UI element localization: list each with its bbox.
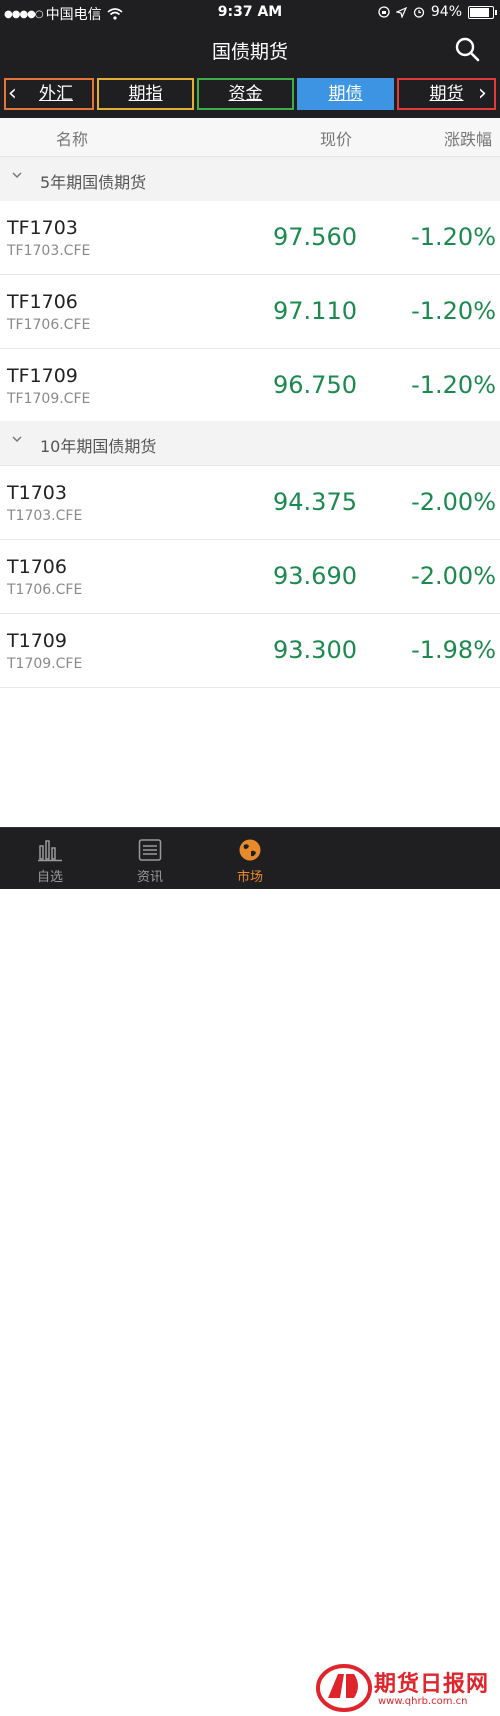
current-price: 97.560	[273, 223, 357, 251]
chart-bars-icon	[38, 840, 62, 862]
current-price: 96.750	[273, 371, 357, 399]
contract-name: T1706	[7, 556, 67, 578]
rotation-lock-icon	[378, 6, 390, 18]
category-tabs: ‹ 外汇 期指 资金 期债 期货 ›	[0, 74, 500, 118]
contract-name: TF1709	[7, 365, 78, 387]
table-row[interactable]: T1709 T1709.CFE 93.300 -1.98%	[0, 614, 500, 688]
nav-bar: 国债期货	[0, 26, 500, 74]
battery-percent: 94%	[430, 4, 462, 20]
tab-forex[interactable]: 外汇	[4, 78, 94, 110]
search-icon[interactable]	[454, 36, 480, 62]
tabbar-label: 资讯	[136, 870, 163, 885]
current-price: 94.375	[273, 488, 357, 516]
tabbar-news[interactable]: 资讯	[100, 828, 200, 889]
watermark-logo: 期货日报网 www.qhrb.com.cn	[316, 1660, 500, 1716]
watermark-url: www.qhrb.com.cn	[378, 1696, 468, 1707]
tabbar-label: 自选	[36, 870, 63, 885]
chevron-down-icon	[12, 172, 22, 179]
price-change: -1.20%	[411, 371, 496, 399]
chevron-right-icon[interactable]: ›	[478, 80, 487, 108]
contract-name: T1703	[7, 482, 67, 504]
status-bar: ●●●●○ 中国电信 9:37 AM 94%	[0, 0, 500, 26]
column-price[interactable]: 现价	[320, 126, 352, 150]
price-change: -1.20%	[411, 223, 496, 251]
price-change: -1.98%	[411, 636, 496, 664]
table-row[interactable]: T1706 T1706.CFE 93.690 -2.00%	[0, 540, 500, 614]
tabbar-watchlist[interactable]: 自选	[0, 828, 100, 889]
contract-name: TF1703	[7, 217, 78, 239]
newspaper-logo-icon	[316, 1664, 372, 1712]
tab-index-futures[interactable]: 期指	[97, 78, 194, 110]
alarm-icon	[413, 7, 425, 18]
group-header-5y[interactable]: 5年期国债期货	[0, 157, 500, 202]
news-list-icon	[138, 839, 162, 861]
group-title: 5年期国债期货	[40, 173, 147, 192]
current-price: 93.690	[273, 562, 357, 590]
column-name[interactable]: 名称	[56, 126, 88, 150]
bottom-tab-bar: 自选 资讯 市场 期货日报网 www.qhrb.com.cn	[0, 827, 500, 1712]
page-title: 国债期货	[211, 41, 288, 63]
current-price: 97.110	[273, 297, 357, 325]
table-row[interactable]: TF1709 TF1709.CFE 96.750 -1.20%	[0, 349, 500, 423]
current-price: 93.300	[273, 636, 357, 664]
location-arrow-icon	[395, 6, 407, 18]
contract-code: TF1706.CFE	[7, 317, 91, 333]
tab-funds[interactable]: 资金	[197, 78, 294, 110]
tabbar-market[interactable]: 市场	[200, 828, 300, 889]
contract-name: TF1706	[7, 291, 78, 313]
column-header: 名称 现价 涨跌幅	[0, 118, 500, 157]
contract-code: TF1703.CFE	[7, 243, 91, 259]
contract-name: T1709	[7, 630, 67, 652]
table-row[interactable]: T1703 T1703.CFE 94.375 -2.00%	[0, 466, 500, 540]
group-title: 10年期国债期货	[40, 437, 157, 456]
contract-code: TF1709.CFE	[7, 391, 91, 407]
column-change[interactable]: 涨跌幅	[444, 126, 492, 150]
contract-code: T1706.CFE	[7, 582, 83, 598]
watermark-text: 期货日报网	[374, 1672, 490, 1697]
table-row[interactable]: TF1703 TF1703.CFE 97.560 -1.20%	[0, 201, 500, 275]
contract-code: T1703.CFE	[7, 508, 83, 524]
price-change: -1.20%	[411, 297, 496, 325]
battery-icon	[468, 5, 497, 19]
globe-icon	[239, 839, 261, 861]
contract-code: T1709.CFE	[7, 656, 83, 672]
price-change: -2.00%	[411, 488, 496, 516]
chevron-down-icon	[12, 436, 22, 443]
table-row[interactable]: TF1706 TF1706.CFE 97.110 -1.20%	[0, 275, 500, 349]
tabbar-label: 市场	[236, 870, 263, 885]
price-change: -2.00%	[411, 562, 496, 590]
group-header-10y[interactable]: 10年期国债期货	[0, 421, 500, 466]
tab-bond-futures[interactable]: 期债	[297, 78, 394, 110]
